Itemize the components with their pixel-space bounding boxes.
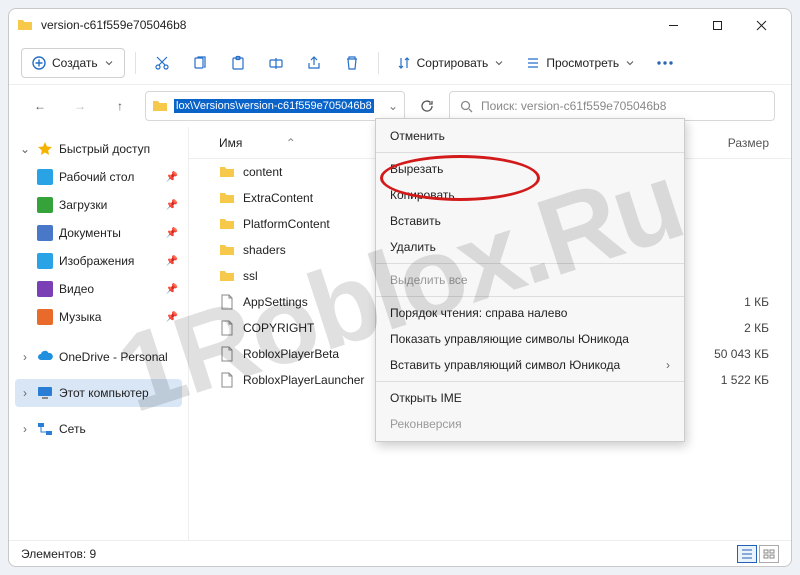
details-view-button[interactable]	[737, 545, 757, 563]
ctx-copy[interactable]: Копировать	[376, 182, 684, 208]
nav-network[interactable]: › Сеть	[15, 415, 182, 443]
folder-icon	[219, 164, 235, 180]
chevron-right-icon: ›	[666, 358, 670, 372]
back-button[interactable]: ←	[25, 91, 55, 121]
close-button[interactable]	[739, 9, 783, 41]
item-count: Элементов: 9	[21, 547, 96, 561]
command-bar: Создать Сортировать Просмотреть	[9, 41, 791, 85]
address-text: lox\Versions\version-c61f559e705046b8	[174, 99, 374, 113]
new-button[interactable]: Создать	[21, 48, 125, 78]
forward-button[interactable]: →	[65, 91, 95, 121]
nav-item[interactable]: Изображения📌	[15, 247, 182, 275]
pin-icon: 📌	[166, 256, 178, 267]
ctx-rtl[interactable]: Порядок чтения: справа налево	[376, 300, 684, 326]
context-menu: Отменить Вырезать Копировать Вставить Уд…	[375, 118, 685, 442]
chevron-down-icon	[494, 58, 504, 68]
folder-icon	[219, 242, 235, 258]
cut-button[interactable]	[146, 48, 178, 78]
cloud-icon	[37, 349, 53, 365]
status-bar: Элементов: 9	[9, 540, 791, 566]
file-icon	[219, 320, 235, 336]
nav-this-pc[interactable]: › Этот компьютер	[15, 379, 182, 407]
titlebar: version-c61f559e705046b8	[9, 9, 791, 41]
ctx-reconversion: Реконверсия	[376, 411, 684, 437]
window-title: version-c61f559e705046b8	[41, 18, 186, 32]
ctx-insert-unicode[interactable]: Вставить управляющий символ Юникода›	[376, 352, 684, 378]
nav-item[interactable]: Загрузки📌	[15, 191, 182, 219]
folder-icon	[152, 98, 168, 114]
folder-icon	[219, 190, 235, 206]
ctx-open-ime[interactable]: Открыть IME	[376, 385, 684, 411]
copy-button[interactable]	[184, 48, 216, 78]
file-icon	[219, 346, 235, 362]
ctx-select-all: Выделить все	[376, 267, 684, 293]
share-button[interactable]	[298, 48, 330, 78]
nav-quick-access[interactable]: ⌄ Быстрый доступ	[15, 135, 182, 163]
star-icon	[37, 141, 53, 157]
pin-icon: 📌	[166, 312, 178, 323]
nav-item[interactable]: Видео📌	[15, 275, 182, 303]
pin-icon: 📌	[166, 200, 178, 211]
folder-icon	[219, 268, 235, 284]
chevron-down-icon	[104, 58, 114, 68]
rename-button[interactable]	[260, 48, 292, 78]
paste-button[interactable]	[222, 48, 254, 78]
view-button[interactable]: Просмотреть	[518, 48, 643, 78]
ctx-delete[interactable]: Удалить	[376, 234, 684, 260]
pin-icon: 📌	[166, 172, 178, 183]
folder-icon	[17, 17, 33, 33]
ctx-undo[interactable]: Отменить	[376, 123, 684, 149]
chevron-right-icon: ›	[19, 422, 31, 436]
chevron-down-icon: ⌄	[19, 142, 31, 156]
search-icon	[460, 100, 473, 113]
ctx-show-unicode[interactable]: Показать управляющие символы Юникода	[376, 326, 684, 352]
sort-button[interactable]: Сортировать	[389, 48, 513, 78]
network-icon	[37, 421, 53, 437]
folder-icon	[219, 216, 235, 232]
nav-item[interactable]: Музыка📌	[15, 303, 182, 331]
more-button[interactable]	[649, 48, 681, 78]
address-bar[interactable]: lox\Versions\version-c61f559e705046b8 ⌄	[145, 91, 405, 121]
ctx-cut[interactable]: Вырезать	[376, 156, 684, 182]
minimize-button[interactable]	[651, 9, 695, 41]
pin-icon: 📌	[166, 228, 178, 239]
nav-pane: ⌄ Быстрый доступ Рабочий стол📌Загрузки📌Д…	[9, 127, 189, 540]
search-box[interactable]: Поиск: version-c61f559e705046b8	[449, 91, 775, 121]
maximize-button[interactable]	[695, 9, 739, 41]
nav-item[interactable]: Документы📌	[15, 219, 182, 247]
icons-view-button[interactable]	[759, 545, 779, 563]
up-button[interactable]: ↑	[105, 91, 135, 121]
ctx-paste[interactable]: Вставить	[376, 208, 684, 234]
chevron-down-icon[interactable]: ⌄	[388, 99, 398, 113]
monitor-icon	[37, 385, 53, 401]
nav-item[interactable]: Рабочий стол📌	[15, 163, 182, 191]
delete-button[interactable]	[336, 48, 368, 78]
chevron-right-icon: ›	[19, 386, 31, 400]
pin-icon: 📌	[166, 284, 178, 295]
search-placeholder: Поиск: version-c61f559e705046b8	[481, 99, 666, 113]
chevron-right-icon: ›	[19, 350, 31, 364]
file-icon	[219, 294, 235, 310]
chevron-down-icon	[625, 58, 635, 68]
nav-onedrive[interactable]: › OneDrive - Personal	[15, 343, 182, 371]
file-icon	[219, 372, 235, 388]
refresh-button[interactable]	[415, 91, 439, 121]
